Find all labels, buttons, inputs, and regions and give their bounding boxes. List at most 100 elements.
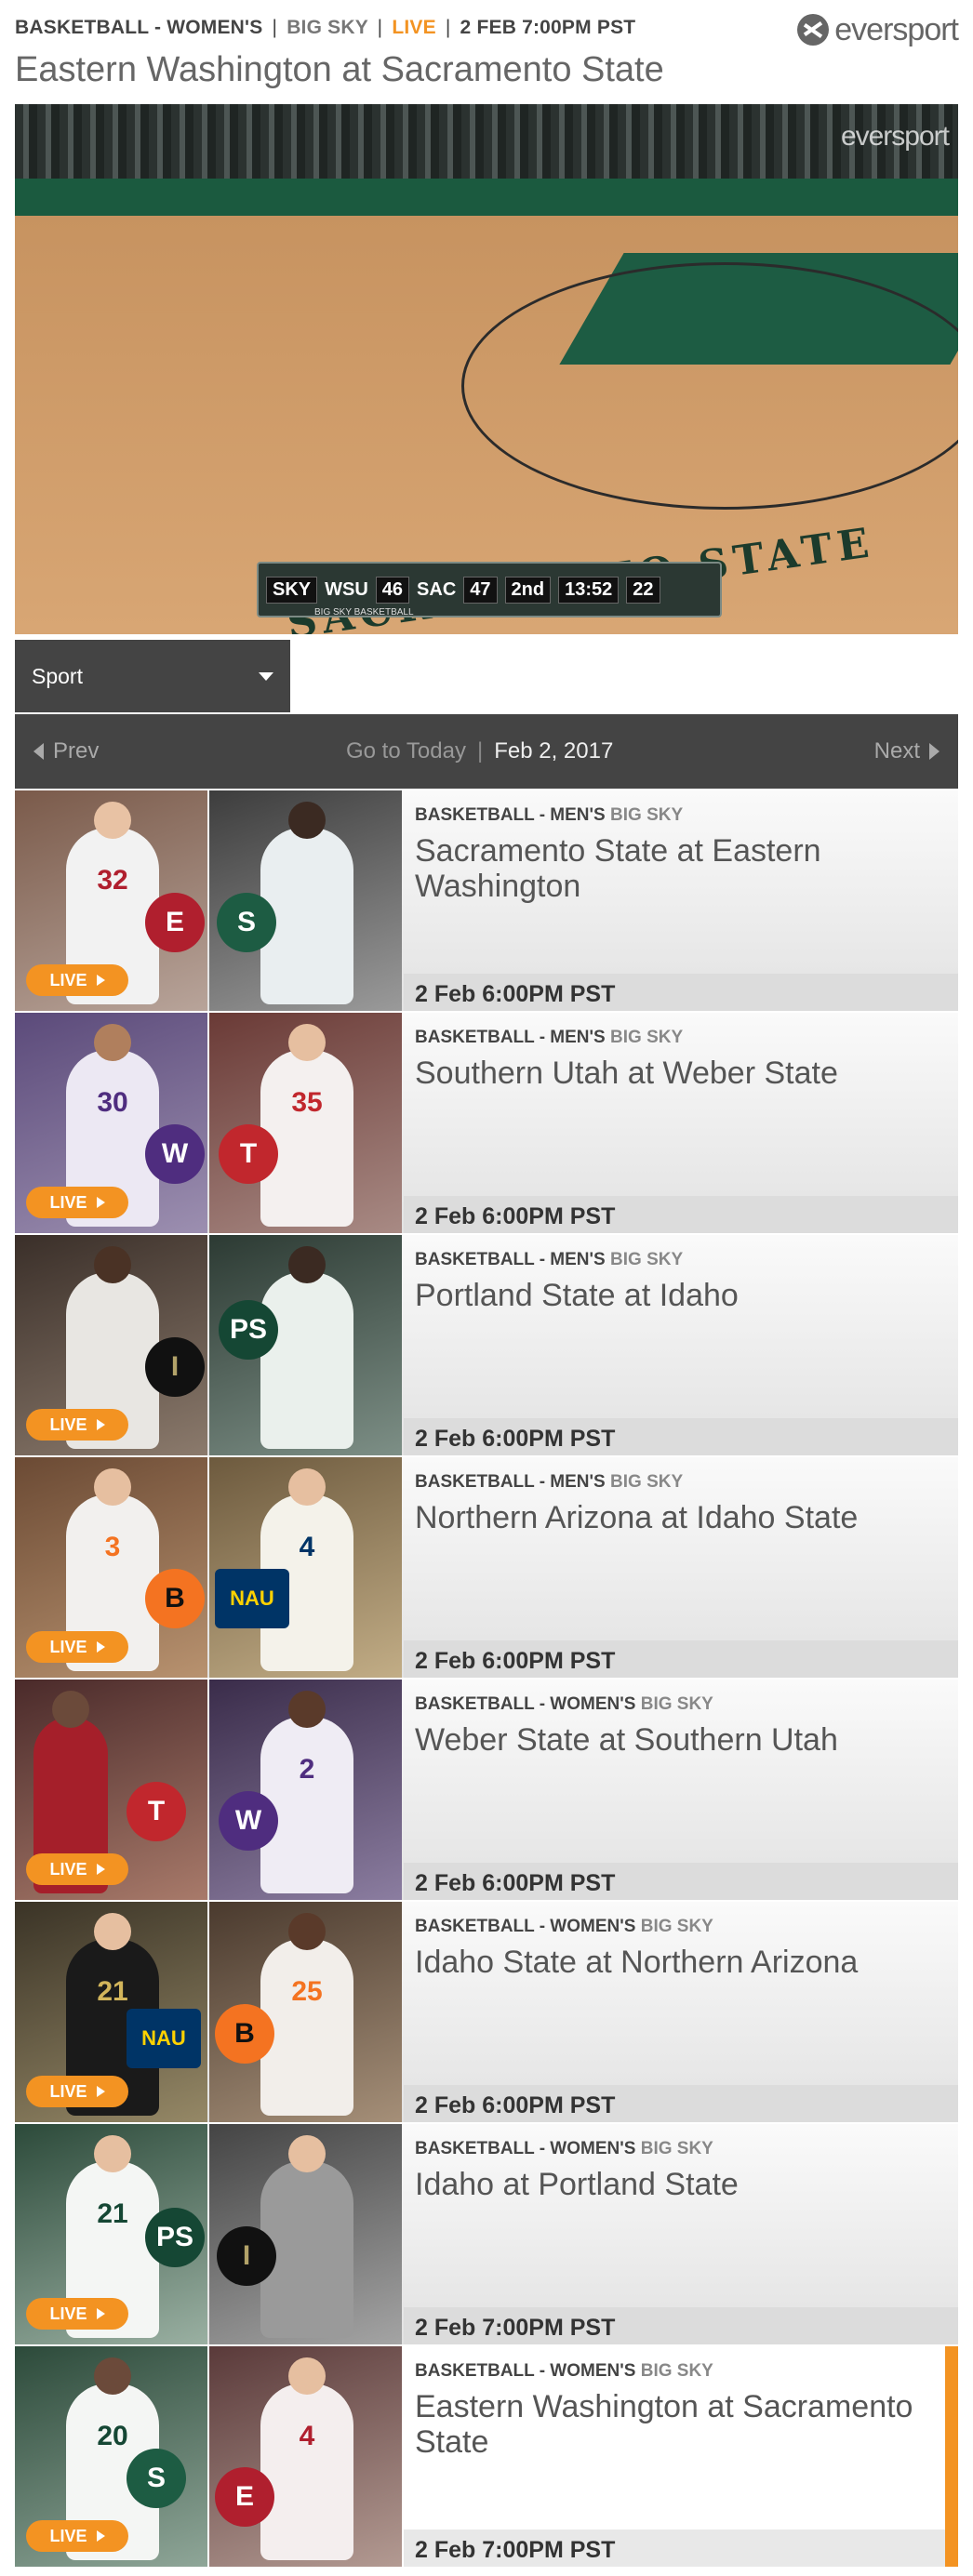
game-info: BASKETBALL - WOMEN'S BIG SKY Weber State… — [404, 1680, 958, 1900]
next-date-button[interactable]: Next — [874, 738, 940, 764]
live-label: LIVE — [49, 970, 87, 989]
game-card[interactable]: 3 B LIVE 4 NAU BASKETBALL - MEN'S BIG SK… — [15, 1457, 958, 1680]
player-head — [94, 1246, 131, 1283]
scorebug-away-team: WSU — [325, 578, 368, 600]
game-title: Weber State at Southern Utah — [415, 1722, 838, 1758]
game-info: BASKETBALL - WOMEN'S BIG SKY Idaho at Po… — [404, 2124, 958, 2344]
game-title: Idaho at Portland State — [415, 2167, 739, 2202]
game-info: BASKETBALL - WOMEN'S BIG SKY Eastern Was… — [404, 2346, 958, 2567]
live-button[interactable]: LIVE — [26, 1631, 128, 1663]
game-category: BASKETBALL - WOMEN'S BIG SKY — [415, 2361, 713, 2382]
live-button[interactable]: LIVE — [26, 1187, 128, 1218]
player-head — [94, 1024, 131, 1061]
team-photo-home: 25 B — [209, 1902, 402, 2122]
scorebug: SKY WSU 46 SAC 47 2nd 13:52 22 BIG SKY B… — [257, 562, 722, 617]
player-head — [288, 1024, 326, 1061]
team-photo-away: I LIVE — [15, 1235, 207, 1455]
page-title: Eastern Washington at Sacramento State — [15, 50, 664, 89]
game-card[interactable]: 21 NAU LIVE 25 B BASKETBALL - WOMEN'S BI… — [15, 1902, 958, 2124]
current-date[interactable]: Feb 2, 2017 — [494, 738, 613, 764]
live-button[interactable]: LIVE — [26, 2076, 128, 2107]
chevron-down-icon — [259, 671, 273, 681]
game-time: 2 Feb 7:00PM PST — [404, 2307, 958, 2344]
team-photo-home: 2 W — [209, 1680, 402, 1900]
game-time: 2 Feb 6:00PM PST — [404, 1196, 958, 1233]
team-photo-home: 35 T — [209, 1013, 402, 1233]
ad-boards — [15, 179, 958, 216]
player-head — [94, 1468, 131, 1506]
wildcat-logo-icon: W — [219, 1791, 278, 1851]
team-photo-home: 4 E — [209, 2346, 402, 2567]
player-number: 25 — [291, 1976, 323, 2007]
live-button[interactable]: LIVE — [26, 2298, 128, 2330]
game-category: BASKETBALL - WOMEN'S BIG SKY — [415, 2139, 713, 2159]
player-head — [94, 2135, 131, 2172]
chevron-left-icon — [33, 743, 44, 760]
scorebug-period: 2nd — [504, 576, 552, 604]
player-head — [288, 1691, 326, 1728]
game-title: Eastern Washington at Sacramento State — [415, 2389, 913, 2461]
game-title: Portland State at Idaho — [415, 1278, 739, 1313]
sport-filter-select[interactable]: Sport — [15, 640, 290, 712]
video-watermark: eversport — [840, 121, 950, 152]
live-label: LIVE — [49, 1859, 87, 1879]
event-datetime: 2 FEB 7:00PM PST — [460, 17, 636, 38]
video-player[interactable]: SACRAMENTO STATE eversport SKY WSU 46 SA… — [15, 104, 958, 634]
player-figure: 4 — [260, 2357, 353, 2560]
game-sport: BASKETBALL - WOMEN'S — [415, 2361, 636, 2381]
live-label: LIVE — [49, 1414, 87, 1434]
game-conference: BIG SKY — [610, 1028, 684, 1047]
team-photo-away: T LIVE — [15, 1680, 207, 1900]
player-figure: 25 — [260, 1913, 353, 2116]
game-time: 2 Feb 6:00PM PST — [404, 2085, 958, 2122]
game-info: BASKETBALL - MEN'S BIG SKY Southern Utah… — [404, 1013, 958, 1233]
play-icon — [96, 2308, 105, 2319]
date-divider: | — [476, 738, 484, 764]
live-button[interactable]: LIVE — [26, 2520, 128, 2552]
vandals-logo-icon: I — [145, 1337, 205, 1397]
game-category: BASKETBALL - WOMEN'S BIG SKY — [415, 1694, 713, 1715]
scorebug-network: SKY — [266, 576, 318, 604]
game-conference: BIG SKY — [640, 2139, 713, 2158]
play-icon — [96, 1197, 105, 1208]
live-button[interactable]: LIVE — [26, 964, 128, 996]
nau-logo-icon: NAU — [215, 1569, 289, 1628]
player-head — [94, 802, 131, 839]
team-photo-away: 20 S LIVE — [15, 2346, 207, 2567]
live-button[interactable]: LIVE — [26, 1409, 128, 1441]
ps-logo-icon: PS — [219, 1300, 278, 1360]
game-time: 2 Feb 6:00PM PST — [404, 974, 958, 1011]
game-card[interactable]: T LIVE 2 W BASKETBALL - WOMEN'S BIG SKY … — [15, 1680, 958, 1902]
player-number: 2 — [299, 1754, 315, 1785]
player-figure: 2 — [260, 1691, 353, 1893]
sport-filter-label: Sport — [32, 663, 83, 688]
player-number: 3 — [104, 1532, 121, 1562]
live-label: LIVE — [49, 2304, 87, 2323]
play-icon — [96, 1419, 105, 1430]
game-sport: BASKETBALL - WOMEN'S — [415, 1694, 636, 1714]
player-head — [94, 2357, 131, 2395]
player-figure — [260, 1246, 353, 1449]
prev-date-button[interactable]: Prev — [33, 738, 99, 764]
game-card-current[interactable]: 20 S LIVE 4 E BASKETBALL - WOMEN'S BIG S… — [15, 2346, 958, 2569]
game-category: BASKETBALL - MEN'S BIG SKY — [415, 1472, 683, 1493]
hornet-s-logo-icon: S — [127, 2449, 186, 2508]
go-to-today-link[interactable]: Go to Today — [346, 738, 466, 764]
game-card[interactable]: I LIVE PS BASKETBALL - MEN'S BIG SKY Por… — [15, 1235, 958, 1457]
event-conference: BIG SKY — [287, 17, 368, 38]
team-photo-home: 4 NAU — [209, 1457, 402, 1678]
player-figure: 35 — [260, 1024, 353, 1227]
live-label: LIVE — [49, 2081, 87, 2101]
game-time: 2 Feb 7:00PM PST — [404, 2530, 958, 2567]
thunderbird-logo-icon: T — [127, 1782, 186, 1841]
game-card[interactable]: 21 PS LIVE I BASKETBALL - WOMEN'S BIG SK… — [15, 2124, 958, 2346]
live-label: LIVE — [49, 1192, 87, 1212]
game-card[interactable]: 32 E LIVE S BASKETBALL - MEN'S BIG SKY S… — [15, 790, 958, 1013]
eagle-logo-icon: E — [215, 2467, 274, 2527]
game-conference: BIG SKY — [640, 1917, 713, 1936]
live-button[interactable]: LIVE — [26, 1853, 128, 1885]
game-conference: BIG SKY — [610, 1472, 684, 1492]
eversport-logo[interactable]: eversport — [797, 11, 959, 48]
player-number: 21 — [97, 2198, 128, 2229]
game-card[interactable]: 30 W LIVE 35 T BASKETBALL - MEN'S BIG SK… — [15, 1013, 958, 1235]
